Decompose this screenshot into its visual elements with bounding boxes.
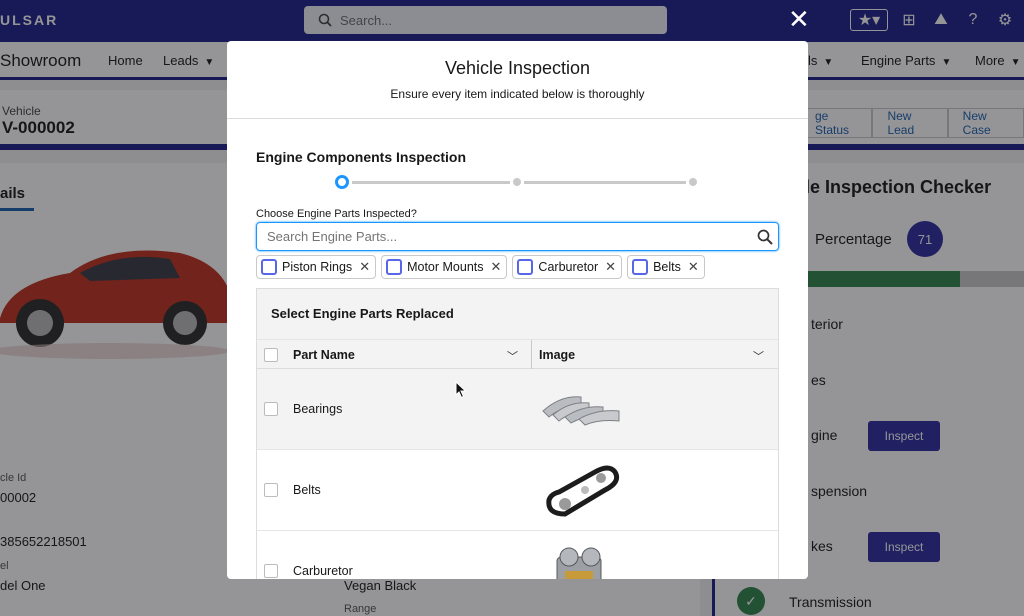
pill-carburetor: Carburetor ✕ [512,255,623,279]
table-row[interactable]: Belts [257,450,778,531]
pill-label: Motor Mounts [407,260,484,274]
search-icon [757,229,773,245]
column-header-part-name[interactable]: Part Name [293,340,355,369]
modal-title: Vehicle Inspection [444,58,591,78]
pill-record-icon [632,259,649,275]
bearings-image [542,396,620,426]
mouse-cursor-icon [455,381,467,399]
pill-label: Piston Rings [282,260,353,274]
select-all-checkbox-cell [264,340,278,369]
part-name: Carburetor [293,564,353,578]
row-checkbox[interactable] [264,564,278,578]
selected-parts-pills: Piston Rings ✕ Motor Mounts ✕ Carburetor ✕ … [256,255,705,279]
pill-label: Carburetor [538,260,599,274]
part-name: Belts [293,483,321,497]
pill-record-icon [517,259,534,275]
pill-piston-rings: Piston Rings ✕ [256,255,377,279]
pill-motor-mounts: Motor Mounts ✕ [381,255,508,279]
select-all-checkbox[interactable] [264,347,278,362]
pill-label: Belts [653,260,681,274]
step-connector [352,181,510,184]
chevron-down-icon[interactable]: ﹀ [507,348,518,364]
step-current[interactable] [335,175,349,189]
parts-replaced-table: Select Engine Parts Replaced Part Name ﹀… [256,288,779,579]
close-icon[interactable]: ✕ [788,6,810,32]
engine-parts-search [256,222,779,251]
remove-icon[interactable]: ✕ [605,259,616,275]
column-header-image[interactable]: Image [539,340,575,369]
row-checkbox[interactable] [264,483,278,497]
table-header: Part Name ﹀ Image ﹀ [257,339,778,369]
modal-subtitle: Ensure every item indicated below is tho… [390,87,645,101]
pill-belts: Belts ✕ [627,255,705,279]
step-2[interactable] [513,178,521,186]
modal-header: Vehicle Inspection Ensure every item ind… [227,41,808,119]
remove-icon[interactable]: ✕ [359,259,370,275]
table-row[interactable]: Carburetor [257,531,778,579]
part-name: Bearings [293,402,343,416]
table-caption: Select Engine Parts Replaced [257,289,778,339]
table-row[interactable]: Bearings [257,369,778,450]
step-connector [524,181,686,184]
section-title: Engine Components Inspection [256,149,467,165]
belt-image [546,465,620,517]
remove-icon[interactable]: ✕ [491,259,502,275]
engine-parts-field-label: Choose Engine Parts Inspected? [256,208,417,220]
step-3[interactable] [689,178,697,186]
row-checkbox[interactable] [264,402,278,416]
pill-record-icon [261,259,277,275]
engine-parts-search-input[interactable] [257,223,737,250]
vehicle-inspection-modal: Vehicle Inspection Ensure every item ind… [227,41,808,579]
remove-icon[interactable]: ✕ [688,259,699,275]
column-divider[interactable] [531,340,532,369]
carburetor-image [556,547,602,579]
modal-body: Engine Components Inspection Choose Engi… [227,119,808,579]
chevron-down-icon[interactable]: ﹀ [753,348,764,364]
progress-steps [335,175,697,189]
pill-record-icon [386,259,403,275]
